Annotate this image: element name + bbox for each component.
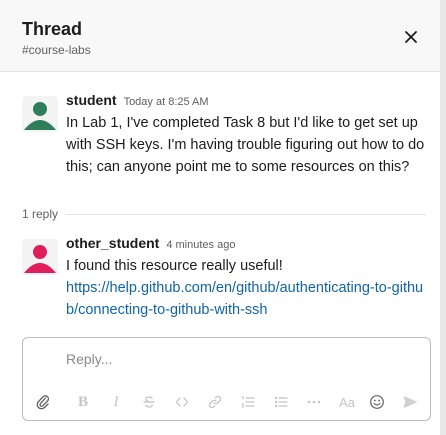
thread-panel: Thread #course-labs student Today at 8:2… xyxy=(0,0,446,435)
strikethrough-icon xyxy=(143,396,155,408)
ordered-list-button[interactable] xyxy=(238,392,258,412)
text-format-icon: Aa xyxy=(339,394,355,410)
message-body: student Today at 8:25 AM In Lab 1, I've … xyxy=(66,92,428,178)
thread-title: Thread xyxy=(22,19,83,39)
reply-composer: B I Aa xyxy=(22,337,431,421)
strikethrough-button[interactable] xyxy=(139,392,159,412)
more-formatting-button[interactable] xyxy=(304,392,324,412)
code-button[interactable] xyxy=(172,392,192,412)
ellipsis-icon xyxy=(307,400,321,404)
code-icon xyxy=(175,397,189,407)
emoji-icon xyxy=(370,395,384,409)
user-avatar-icon xyxy=(22,239,58,275)
attach-button[interactable] xyxy=(33,392,53,412)
user-avatar-icon xyxy=(22,96,58,132)
reply-divider: 1 reply xyxy=(22,206,426,222)
username[interactable]: other_student xyxy=(66,235,159,251)
reply-count: 1 reply xyxy=(22,207,59,221)
timestamp[interactable]: 4 minutes ago xyxy=(166,239,235,251)
link-icon xyxy=(208,395,222,409)
message-text: In Lab 1, I've completed Task 8 but I'd … xyxy=(66,115,425,175)
bulleted-list-icon xyxy=(274,396,288,408)
emoji-button[interactable] xyxy=(367,392,387,412)
message-text: I found this resource really useful! htt… xyxy=(66,255,428,321)
send-button[interactable] xyxy=(400,392,420,412)
timestamp[interactable]: Today at 8:25 AM xyxy=(124,96,209,108)
thread-header: Thread #course-labs xyxy=(0,0,446,72)
message-header: student Today at 8:25 AM xyxy=(66,92,428,112)
username[interactable]: student xyxy=(66,92,117,108)
composer-toolbar: B I Aa xyxy=(23,390,430,414)
scrollbar-edge xyxy=(440,0,446,435)
divider-line xyxy=(66,213,426,215)
text-format-button[interactable]: Aa xyxy=(335,392,359,412)
message-link[interactable]: https://help.github.com/en/github/authen… xyxy=(66,280,423,318)
channel-name[interactable]: #course-labs xyxy=(22,43,91,57)
send-icon xyxy=(403,396,417,408)
italic-icon: I xyxy=(113,393,119,410)
avatar[interactable] xyxy=(22,239,58,275)
bold-icon: B xyxy=(77,393,88,410)
close-button[interactable] xyxy=(396,24,426,54)
message-text-line: I found this resource really useful! xyxy=(66,258,283,274)
bold-button[interactable]: B xyxy=(73,392,93,412)
link-button[interactable] xyxy=(205,392,225,412)
close-icon xyxy=(404,30,418,49)
italic-button[interactable]: I xyxy=(106,392,126,412)
bulleted-list-button[interactable] xyxy=(271,392,291,412)
message-body: other_student 4 minutes ago I found this… xyxy=(66,235,428,321)
reply-input[interactable] xyxy=(66,349,406,369)
avatar[interactable] xyxy=(22,96,58,132)
message-header: other_student 4 minutes ago xyxy=(66,235,428,255)
paperclip-icon xyxy=(36,395,50,410)
ordered-list-icon xyxy=(241,395,255,408)
